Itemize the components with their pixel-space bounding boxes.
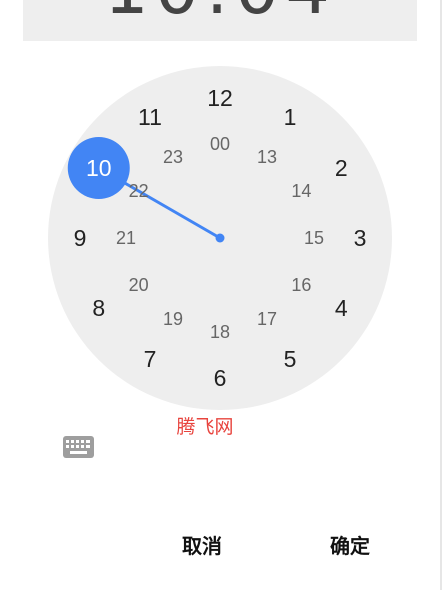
- clock-dial[interactable]: 12 1 2 3 4 5 6 7 8 9 10 11 00 13 14 15 16 17 18 19 20 21 22 23: [48, 66, 392, 410]
- keyboard-toggle-button[interactable]: [63, 436, 94, 458]
- keyboard-icon: [63, 436, 94, 458]
- clock-number-7[interactable]: 7: [130, 346, 170, 372]
- watermark-text: 腾飞网: [176, 416, 234, 438]
- clock-number-11[interactable]: 11: [130, 104, 170, 130]
- clock-number-16[interactable]: 16: [281, 272, 321, 298]
- clock-number-00[interactable]: 00: [200, 131, 240, 157]
- ok-button[interactable]: 确定: [318, 530, 382, 562]
- clock-number-8[interactable]: 8: [79, 295, 119, 321]
- clock-number-23[interactable]: 23: [153, 144, 193, 170]
- time-header: 10:04: [23, 0, 417, 41]
- clock-number-9[interactable]: 9: [60, 225, 100, 251]
- clock-number-15[interactable]: 15: [294, 225, 334, 251]
- clock-number-12[interactable]: 12: [200, 85, 240, 111]
- clock-number-19[interactable]: 19: [153, 306, 193, 332]
- clock-number-14[interactable]: 14: [281, 178, 321, 204]
- clock-number-4[interactable]: 4: [321, 295, 361, 321]
- clock-number-2[interactable]: 2: [321, 155, 361, 181]
- selected-time-display[interactable]: 10:04: [23, 0, 417, 24]
- clock-number-selected[interactable]: 10: [79, 155, 119, 181]
- cancel-button[interactable]: 取消: [170, 530, 234, 562]
- clock-number-6[interactable]: 6: [200, 365, 240, 391]
- clock-number-21[interactable]: 21: [106, 225, 146, 251]
- clock-number-1[interactable]: 1: [270, 104, 310, 130]
- clock-number-20[interactable]: 20: [119, 272, 159, 298]
- clock-number-3[interactable]: 3: [340, 225, 380, 251]
- clock-number-13[interactable]: 13: [247, 144, 287, 170]
- clock-number-22[interactable]: 22: [119, 178, 159, 204]
- clock-number-17[interactable]: 17: [247, 306, 287, 332]
- clock-number-18[interactable]: 18: [200, 319, 240, 345]
- clock-number-5[interactable]: 5: [270, 346, 310, 372]
- clock-center-dot: [215, 233, 225, 243]
